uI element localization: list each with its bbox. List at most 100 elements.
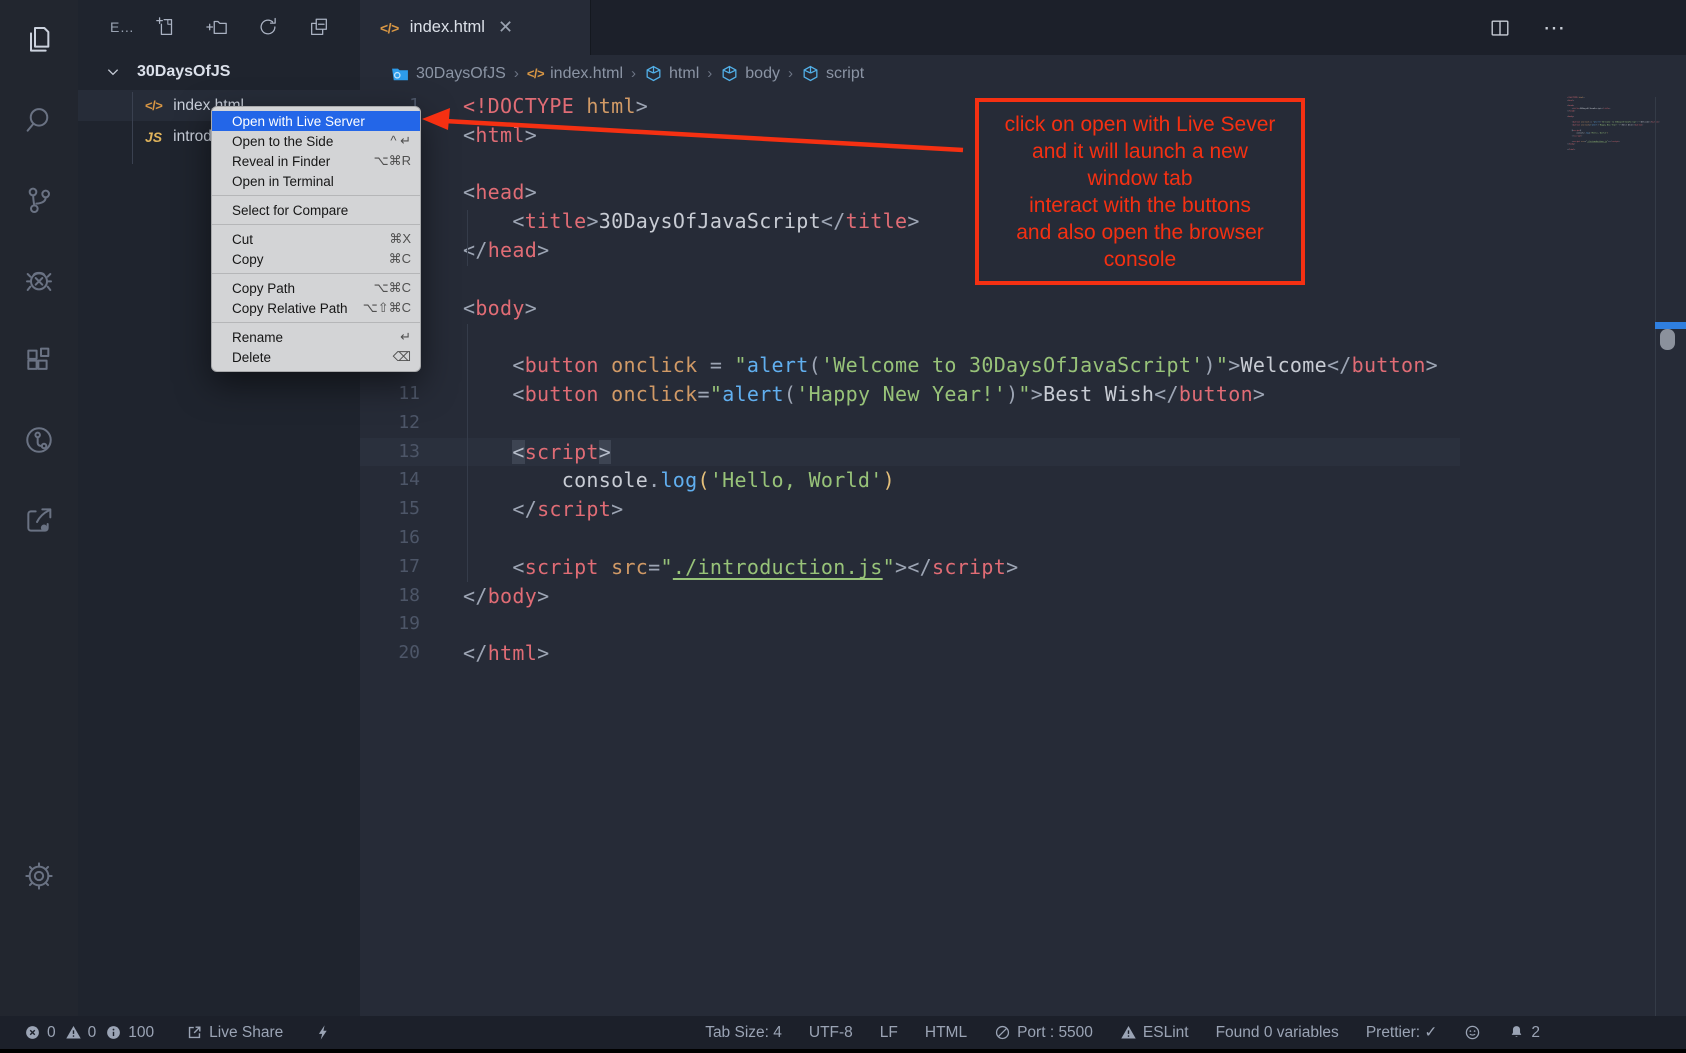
menu-item-rename[interactable]: Rename↵ bbox=[212, 327, 420, 347]
line-number: 16 bbox=[360, 524, 420, 553]
tab-bar: </> index.html ✕ ⋯ bbox=[360, 0, 1686, 55]
breadcrumb-item-body[interactable]: body bbox=[720, 64, 780, 83]
breadcrumb-separator: › bbox=[707, 65, 712, 82]
status-label: 0 bbox=[47, 1024, 56, 1042]
status-label: Prettier: ✓ bbox=[1366, 1023, 1438, 1042]
code-line[interactable]: 9 bbox=[360, 322, 1686, 351]
menu-separator bbox=[212, 195, 420, 196]
status-feedback[interactable] bbox=[1464, 1024, 1481, 1041]
menu-item-cut[interactable]: Cut⌘X bbox=[212, 229, 420, 249]
refresh-explorer-icon[interactable] bbox=[257, 16, 279, 38]
js-file-icon: JS bbox=[145, 129, 162, 145]
status-found-variables[interactable]: Found 0 variables bbox=[1216, 1024, 1339, 1042]
code-line[interactable]: 15 </script> bbox=[360, 495, 1686, 524]
status-label: Live Share bbox=[209, 1024, 283, 1042]
minimap[interactable]: <!DOCTYPE html><html><head> <title>30Day… bbox=[1563, 96, 1660, 151]
menu-item-open-to-the-side[interactable]: Open to the Side^ ↵ bbox=[212, 131, 420, 151]
status-bar: 00 100 Live Share Tab Size: 4 UTF-8 LF HTML Po… bbox=[0, 1016, 1686, 1049]
menu-separator bbox=[212, 224, 420, 225]
code-line[interactable]: 8<body> bbox=[360, 294, 1686, 323]
sidebar-item-root-folder[interactable]: 30DaysOfJS bbox=[78, 54, 360, 90]
breadcrumb-label: script bbox=[826, 65, 864, 83]
source-control-icon[interactable] bbox=[0, 160, 78, 240]
annotation-text: and also open the browser bbox=[979, 219, 1301, 246]
new-folder-icon[interactable] bbox=[206, 16, 228, 38]
code-line[interactable]: 13 <script> bbox=[360, 438, 1686, 467]
run-and-debug-icon[interactable] bbox=[0, 240, 78, 320]
status-label: 2 bbox=[1531, 1024, 1540, 1042]
code-line[interactable]: 12 bbox=[360, 409, 1686, 438]
remote-explorer-icon[interactable] bbox=[0, 400, 78, 480]
menu-item-label: Select for Compare bbox=[232, 203, 348, 218]
line-number: 17 bbox=[360, 553, 420, 582]
more-actions-icon[interactable]: ⋯ bbox=[1543, 15, 1566, 41]
explorer-icon[interactable] bbox=[0, 0, 78, 80]
close-icon[interactable]: ✕ bbox=[498, 17, 513, 38]
status-quick-action[interactable] bbox=[315, 1024, 332, 1041]
line-number: 11 bbox=[360, 380, 420, 409]
search-icon[interactable] bbox=[0, 80, 78, 160]
tab-index-html[interactable]: </> index.html ✕ bbox=[360, 0, 591, 55]
breadcrumb-item-html[interactable]: html bbox=[644, 64, 699, 83]
status-tab-size[interactable]: Tab Size: 4 bbox=[705, 1024, 782, 1042]
code-line[interactable]: 11 <button onclick="alert('Happy New Yea… bbox=[360, 380, 1686, 409]
status-prettier[interactable]: Prettier: ✓ bbox=[1366, 1023, 1438, 1042]
editor-actions: ⋯ bbox=[1489, 15, 1686, 41]
code-line[interactable]: 16 bbox=[360, 524, 1686, 553]
scrollbar-thumb[interactable] bbox=[1660, 329, 1675, 350]
breadcrumb: 30DaysOfJS›</>index.html›html›body›scrip… bbox=[360, 55, 1686, 92]
breadcrumb-item-script[interactable]: script bbox=[801, 64, 864, 83]
menu-item-select-for-compare[interactable]: Select for Compare bbox=[212, 200, 420, 220]
split-editor-icon[interactable] bbox=[1489, 17, 1511, 39]
bolt-icon bbox=[315, 1024, 332, 1041]
menu-item-open-in-terminal[interactable]: Open in Terminal bbox=[212, 171, 420, 191]
warn2-icon bbox=[1120, 1024, 1137, 1041]
code-line[interactable]: 14 console.log('Hello, World') bbox=[360, 466, 1686, 495]
menu-item-shortcut: ^ ↵ bbox=[390, 133, 411, 149]
status-problems-errors[interactable]: 0 bbox=[24, 1024, 56, 1042]
breadcrumb-separator: › bbox=[514, 65, 519, 82]
code-text: </html> bbox=[1567, 148, 1575, 151]
breadcrumb-label: html bbox=[669, 65, 699, 83]
line-number: 14 bbox=[360, 466, 420, 495]
status-label: HTML bbox=[925, 1024, 967, 1042]
menu-item-reveal-in-finder[interactable]: Reveal in Finder⌥⌘R bbox=[212, 151, 420, 171]
code-line[interactable]: 17 <script src="./introduction.js"></scr… bbox=[360, 553, 1686, 582]
code-line[interactable]: 10 <button onclick = "alert('Welcome to … bbox=[360, 351, 1686, 380]
status-language-mode[interactable]: HTML bbox=[925, 1024, 967, 1042]
line-number: 20 bbox=[360, 639, 420, 668]
folder-icon bbox=[390, 64, 410, 84]
status-encoding[interactable]: UTF-8 bbox=[809, 1024, 853, 1042]
line-number: 18 bbox=[360, 582, 420, 611]
breadcrumb-item-index-html[interactable]: </>index.html bbox=[527, 65, 623, 83]
status-bar-left: 00 100 Live Share bbox=[0, 1024, 332, 1042]
status-live-share[interactable]: Live Share bbox=[186, 1024, 283, 1042]
symbol-cube-icon bbox=[644, 64, 663, 83]
new-file-icon[interactable] bbox=[155, 16, 177, 38]
status-problems-info[interactable]: 100 bbox=[105, 1024, 154, 1042]
menu-item-delete[interactable]: Delete⌫ bbox=[212, 347, 420, 367]
live-share-icon[interactable] bbox=[0, 480, 78, 560]
info-icon bbox=[105, 1024, 122, 1041]
menu-item-open-with-live-server[interactable]: Open with Live Server bbox=[212, 111, 420, 131]
code-line[interactable]: 20</html> bbox=[360, 639, 1686, 668]
menu-item-copy[interactable]: Copy⌘C bbox=[212, 249, 420, 269]
status-problems-warnings[interactable]: 0 bbox=[65, 1024, 97, 1042]
status-notifications[interactable]: 2 bbox=[1508, 1024, 1540, 1042]
menu-item-label: Open in Terminal bbox=[232, 174, 334, 189]
code-text: <title>30DaysOfJavaScript</title> bbox=[463, 207, 920, 236]
context-menu: Open with Live ServerOpen to the Side^ ↵… bbox=[211, 106, 421, 372]
line-number: 19 bbox=[360, 610, 420, 639]
collapse-folders-icon[interactable] bbox=[308, 16, 330, 38]
status-eol[interactable]: LF bbox=[880, 1024, 898, 1042]
menu-item-copy-path[interactable]: Copy Path⌥⌘C bbox=[212, 278, 420, 298]
manage-gear-icon[interactable] bbox=[0, 836, 78, 916]
extensions-icon[interactable] bbox=[0, 320, 78, 400]
breadcrumb-item-30daysofjs[interactable]: 30DaysOfJS bbox=[390, 64, 506, 84]
menu-item-label: Copy Relative Path bbox=[232, 301, 348, 316]
code-line[interactable]: 18</body> bbox=[360, 582, 1686, 611]
code-line[interactable]: 19 bbox=[360, 610, 1686, 639]
status-live-server-port[interactable]: Port : 5500 bbox=[994, 1024, 1093, 1042]
status-eslint[interactable]: ESLint bbox=[1120, 1024, 1189, 1042]
menu-item-copy-relative-path[interactable]: Copy Relative Path⌥⇧⌘C bbox=[212, 298, 420, 318]
